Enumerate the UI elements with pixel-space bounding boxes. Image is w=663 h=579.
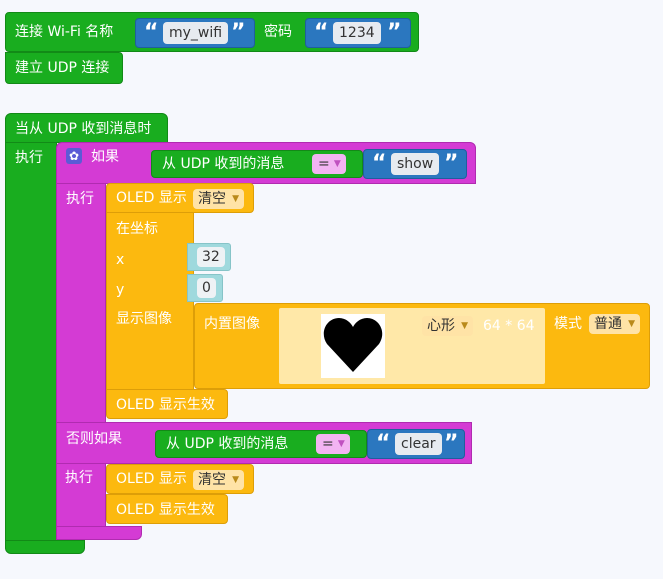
x-number-field[interactable]: 32	[197, 247, 225, 267]
then-label: 执行	[66, 191, 94, 207]
event-bottom-bar	[5, 540, 85, 554]
oled-clear-value: 清空	[198, 191, 226, 207]
equals-dropdown[interactable]: = ▼	[312, 154, 346, 174]
event-body-spine: 执行	[5, 142, 57, 553]
udp-message-getter-2[interactable]: 从 UDP 收到的消息 = ▼	[155, 430, 367, 458]
wifi-label: 连接 Wi-Fi 名称	[15, 24, 114, 40]
show-text-block[interactable]: “ show ”	[363, 149, 467, 179]
password-label: 密码	[264, 24, 292, 40]
if-label: 如果	[91, 149, 119, 165]
event-title: 当从 UDP 收到消息时	[15, 121, 152, 137]
y-number-block[interactable]: 0	[187, 274, 223, 302]
oled-clear-dropdown[interactable]: 清空 ▼	[193, 189, 244, 209]
oled-apply-block-2[interactable]: OLED 显示生效	[106, 494, 228, 524]
chevron-down-icon: ▼	[333, 159, 341, 169]
equals-dropdown-2[interactable]: = ▼	[316, 434, 350, 454]
chevron-down-icon: ▼	[337, 439, 345, 449]
builtin-image-label: 内置图像	[204, 316, 260, 332]
at-coords-label: 在坐标	[116, 221, 158, 237]
oled-apply-label: OLED 显示生效	[116, 397, 215, 413]
close-quote-icon: ”	[444, 151, 459, 176]
y-number-field[interactable]: 0	[197, 278, 216, 298]
heart-icon	[323, 318, 383, 372]
udp-event-hat-block[interactable]: 当从 UDP 收到消息时	[5, 113, 168, 143]
oled-clear-dropdown-2[interactable]: 清空 ▼	[193, 470, 244, 490]
x-number-block[interactable]: 32	[187, 243, 231, 271]
close-quote-icon: ”	[387, 20, 402, 45]
udp-connect-block[interactable]: 建立 UDP 连接	[5, 52, 123, 84]
then2-label: 执行	[65, 470, 93, 486]
oled-show-label: OLED 显示	[116, 190, 187, 206]
oled-show-block[interactable]: OLED 显示 清空 ▼	[106, 183, 254, 213]
image-preview-panel[interactable]: 心形 ▼ 64 * 64	[279, 308, 545, 384]
open-quote-icon: “	[314, 20, 329, 45]
clear-text-field[interactable]: clear	[395, 433, 442, 455]
elseif-label: 否则如果	[66, 431, 122, 447]
open-quote-icon: “	[376, 431, 391, 456]
chevron-down-icon: ▼	[232, 194, 239, 204]
close-quote-icon: ”	[444, 431, 459, 456]
y-label: y	[116, 282, 125, 298]
password-text-block[interactable]: “ 1234 ”	[305, 18, 411, 48]
equals-operator-2: =	[322, 436, 334, 452]
oled-apply2-label: OLED 显示生效	[116, 502, 215, 518]
udp-connect-label: 建立 UDP 连接	[15, 60, 110, 76]
gear-icon[interactable]: ✿	[66, 148, 82, 164]
builtin-image-block[interactable]: 内置图像 心形 ▼ 64 * 64 模式 普通 ▼	[194, 303, 650, 389]
close-quote-icon: ”	[231, 20, 246, 45]
open-quote-icon: “	[372, 151, 387, 176]
wifi-connect-block[interactable]: 连接 Wi-Fi 名称 “ my_wifi ” 密码 “ 1234 ”	[5, 12, 419, 52]
elseif-header[interactable]: 否则如果 从 UDP 收到的消息 = ▼ “ clear ”	[56, 422, 472, 464]
if-bottom-bar	[56, 526, 142, 540]
chevron-down-icon: ▼	[232, 475, 239, 485]
mode-label: 模式	[554, 316, 582, 332]
image-size-label: 64 * 64	[483, 318, 535, 334]
chevron-down-icon: ▼	[461, 321, 468, 331]
udp-message-label-2: 从 UDP 收到的消息	[166, 436, 289, 452]
ssid-text-block[interactable]: “ my_wifi ”	[135, 18, 255, 48]
equals-operator: =	[318, 156, 330, 172]
ssid-field[interactable]: my_wifi	[163, 22, 229, 44]
password-field[interactable]: 1234	[333, 22, 381, 44]
udp-message-label: 从 UDP 收到的消息	[162, 156, 285, 172]
open-quote-icon: “	[144, 20, 159, 45]
x-label: x	[116, 252, 125, 268]
image-name-value: 心形	[427, 318, 455, 334]
oled-show2-label: OLED 显示	[116, 471, 187, 487]
mode-value: 普通	[594, 316, 622, 332]
show-image-label: 显示图像	[116, 311, 172, 327]
oled-show-block-2[interactable]: OLED 显示 清空 ▼	[106, 464, 254, 494]
oled-apply-block[interactable]: OLED 显示生效	[106, 389, 228, 419]
heart-image-canvas	[321, 314, 385, 378]
udp-message-getter[interactable]: 从 UDP 收到的消息 = ▼	[151, 150, 363, 178]
event-do-label: 执行	[15, 150, 43, 166]
oled-clear-value-2: 清空	[198, 472, 226, 488]
if-header[interactable]: ✿ 如果 从 UDP 收到的消息 = ▼ “ show ”	[56, 142, 476, 184]
chevron-down-icon: ▼	[628, 319, 635, 329]
oled-coords-block[interactable]: 在坐标 x y 显示图像	[106, 212, 194, 390]
show-text-field[interactable]: show	[391, 153, 440, 175]
clear-text-block[interactable]: “ clear ”	[367, 429, 465, 459]
image-name-dropdown[interactable]: 心形 ▼	[422, 316, 473, 336]
mode-dropdown[interactable]: 普通 ▼	[589, 314, 640, 334]
